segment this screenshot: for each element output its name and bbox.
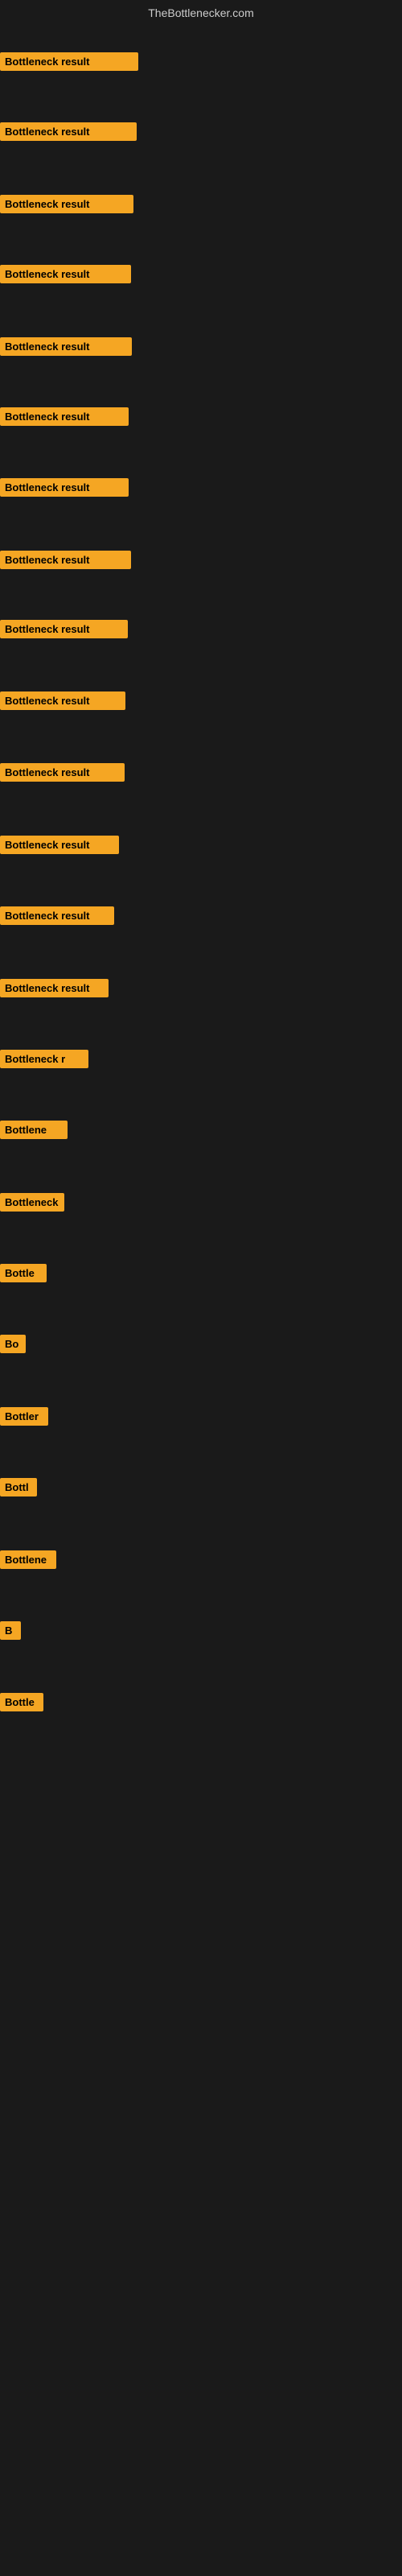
site-title: TheBottlenecker.com: [0, 0, 402, 23]
bottleneck-result-item[interactable]: Bottleneck result: [0, 979, 109, 997]
bottleneck-result-item[interactable]: Bottle: [0, 1693, 43, 1711]
bottleneck-result-item[interactable]: Bottleneck result: [0, 407, 129, 426]
bottleneck-result-item[interactable]: Bottleneck result: [0, 265, 131, 283]
bottleneck-result-item[interactable]: Bottleneck result: [0, 691, 125, 710]
bottleneck-result-item[interactable]: Bottleneck result: [0, 906, 114, 925]
bottleneck-result-item[interactable]: B: [0, 1621, 21, 1640]
bottleneck-result-item[interactable]: Bo: [0, 1335, 26, 1353]
bottleneck-result-item[interactable]: Bottl: [0, 1478, 37, 1496]
bottleneck-result-item[interactable]: Bottler: [0, 1407, 48, 1426]
bottleneck-result-item[interactable]: Bottlene: [0, 1121, 68, 1139]
bottleneck-result-item[interactable]: Bottleneck result: [0, 337, 132, 356]
bottleneck-result-item[interactable]: Bottle: [0, 1264, 47, 1282]
bottleneck-result-item[interactable]: Bottleneck result: [0, 478, 129, 497]
bottleneck-result-item[interactable]: Bottleneck: [0, 1193, 64, 1212]
bottleneck-result-item[interactable]: Bottleneck result: [0, 620, 128, 638]
bottleneck-result-item[interactable]: Bottlene: [0, 1550, 56, 1569]
bottleneck-result-item[interactable]: Bottleneck result: [0, 52, 138, 71]
bottleneck-result-item[interactable]: Bottleneck result: [0, 763, 125, 782]
bottleneck-result-item[interactable]: Bottleneck result: [0, 122, 137, 141]
bottleneck-result-item[interactable]: Bottleneck result: [0, 836, 119, 854]
bottleneck-result-item[interactable]: Bottleneck result: [0, 551, 131, 569]
bottleneck-result-item[interactable]: Bottleneck result: [0, 195, 133, 213]
bottleneck-result-item[interactable]: Bottleneck r: [0, 1050, 88, 1068]
